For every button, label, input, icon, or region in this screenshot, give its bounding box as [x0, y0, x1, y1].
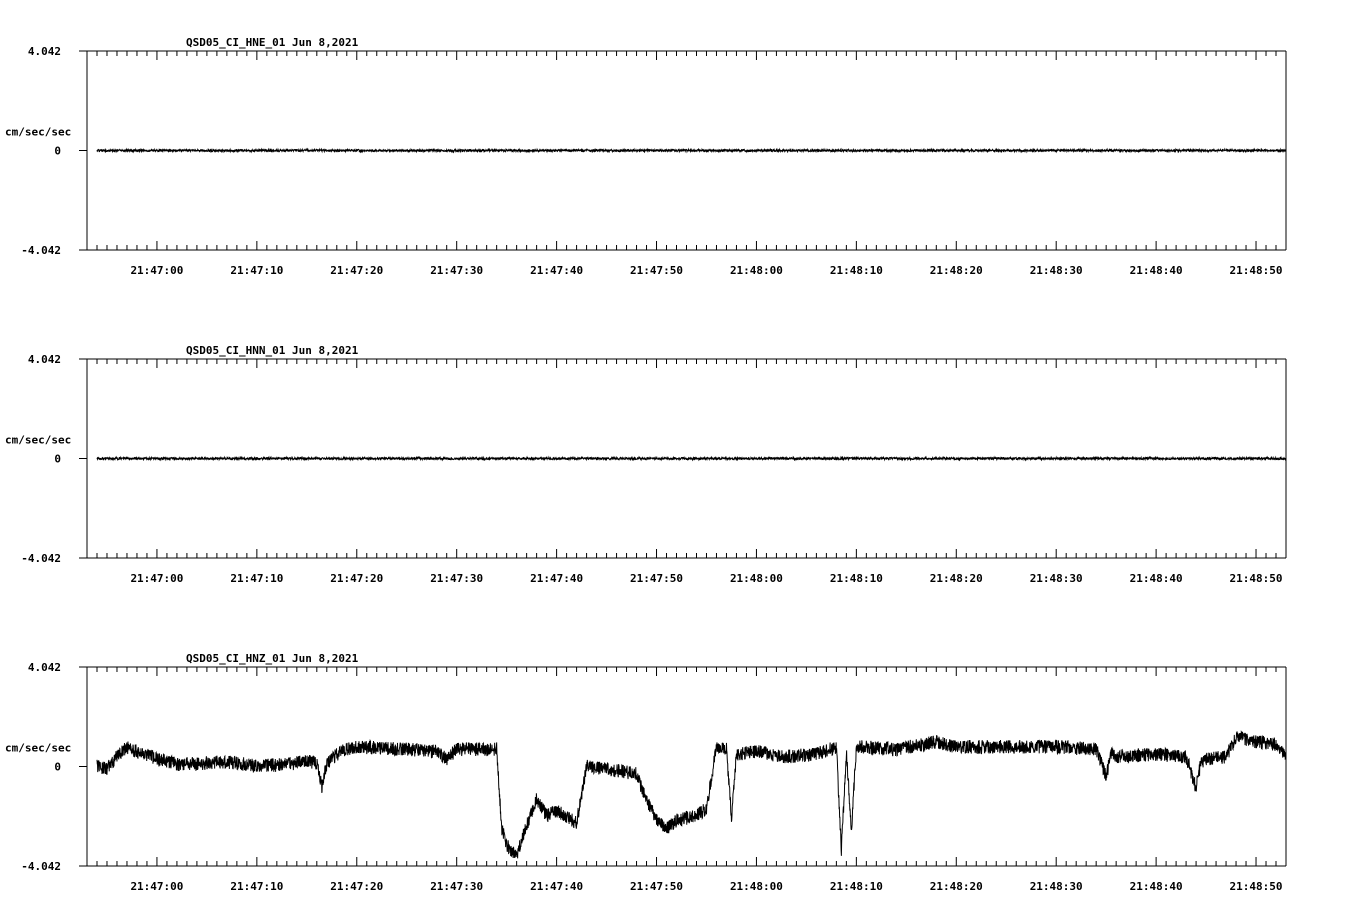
y-tick-label: 0: [54, 761, 61, 774]
x-tick-label: 21:48:30: [1030, 572, 1083, 585]
x-tick-label: 21:48:00: [730, 264, 783, 277]
x-tick-label: 21:47:00: [130, 572, 183, 585]
waveform-series-1: [96, 147, 1287, 154]
x-tick-label: 21:48:10: [830, 572, 883, 585]
panel-1: 4.042 0 -4.042 cm/sec/sec QSD05_CI_HNE_01 Ju…: [5, 36, 1287, 277]
x-tick-label: 21:47:10: [230, 572, 283, 585]
x-tick-label: 21:48:50: [1230, 572, 1283, 585]
y-tick-label: 0: [54, 145, 61, 158]
panel-title: QSD05_CI_HNE_01 Jun 8,2021: [186, 36, 359, 49]
x-tick-label: 21:47:50: [630, 264, 683, 277]
x-tick-label: 21:48:20: [930, 572, 983, 585]
panel-2: 4.042 0 -4.042 cm/sec/sec QSD05_CI_HNN_01 Ju…: [5, 344, 1287, 585]
x-tick-label: 21:48:50: [1230, 880, 1283, 893]
x-tick-label: 21:47:00: [130, 880, 183, 893]
panel-3: 4.042 0 -4.042 cm/sec/sec QSD05_CI_HNZ_01 Ju…: [5, 652, 1287, 893]
panel-title: QSD05_CI_HNN_01 Jun 8,2021: [186, 344, 359, 357]
y-tick-label: -4.042: [21, 552, 61, 565]
x-tick-label: 21:47:20: [330, 880, 383, 893]
x-tick-label: 21:47:50: [630, 572, 683, 585]
x-tick-label: 21:47:30: [430, 264, 483, 277]
y-tick-label: 4.042: [28, 661, 61, 674]
y-tick-label: 0: [54, 453, 61, 466]
waveform-series-1: [96, 730, 1287, 859]
x-tick-label: 21:48:40: [1130, 880, 1183, 893]
panel-title: QSD05_CI_HNZ_01 Jun 8,2021: [186, 652, 359, 665]
x-tick-label: 21:48:20: [930, 264, 983, 277]
seismogram-figure: 4.042 0 -4.042 cm/sec/sec QSD05_CI_HNE_01 Ju…: [5, 36, 1287, 893]
y-axis-label: cm/sec/sec: [5, 742, 71, 755]
x-tick-label: 21:47:10: [230, 880, 283, 893]
x-tick-label: 21:48:00: [730, 880, 783, 893]
x-tick-label: 21:47:40: [530, 880, 583, 893]
x-tick-label: 21:47:30: [430, 572, 483, 585]
x-tick-label: 21:47:50: [630, 880, 683, 893]
x-tick-label: 21:47:20: [330, 264, 383, 277]
y-tick-label: -4.042: [21, 860, 61, 873]
x-tick-label: 21:48:40: [1130, 572, 1183, 585]
x-tick-label: 21:47:20: [330, 572, 383, 585]
x-tick-label: 21:48:30: [1030, 264, 1083, 277]
y-tick-label: 4.042: [28, 45, 61, 58]
y-tick-label: 4.042: [28, 353, 61, 366]
x-tick-label: 21:48:20: [930, 880, 983, 893]
x-tick-label: 21:47:30: [430, 880, 483, 893]
x-tick-label: 21:47:10: [230, 264, 283, 277]
x-tick-label: 21:48:30: [1030, 880, 1083, 893]
y-tick-label: -4.042: [21, 244, 61, 257]
x-tick-label: 21:47:40: [530, 264, 583, 277]
x-tick-label: 21:47:40: [530, 572, 583, 585]
x-tick-label: 21:48:40: [1130, 264, 1183, 277]
x-tick-label: 21:48:10: [830, 880, 883, 893]
y-axis-label: cm/sec/sec: [5, 434, 71, 447]
x-tick-label: 21:47:00: [130, 264, 183, 277]
y-axis-label: cm/sec/sec: [5, 126, 71, 139]
x-tick-label: 21:48:10: [830, 264, 883, 277]
waveform-series-1: [96, 455, 1287, 462]
x-tick-label: 21:48:00: [730, 572, 783, 585]
x-tick-label: 21:48:50: [1230, 264, 1283, 277]
